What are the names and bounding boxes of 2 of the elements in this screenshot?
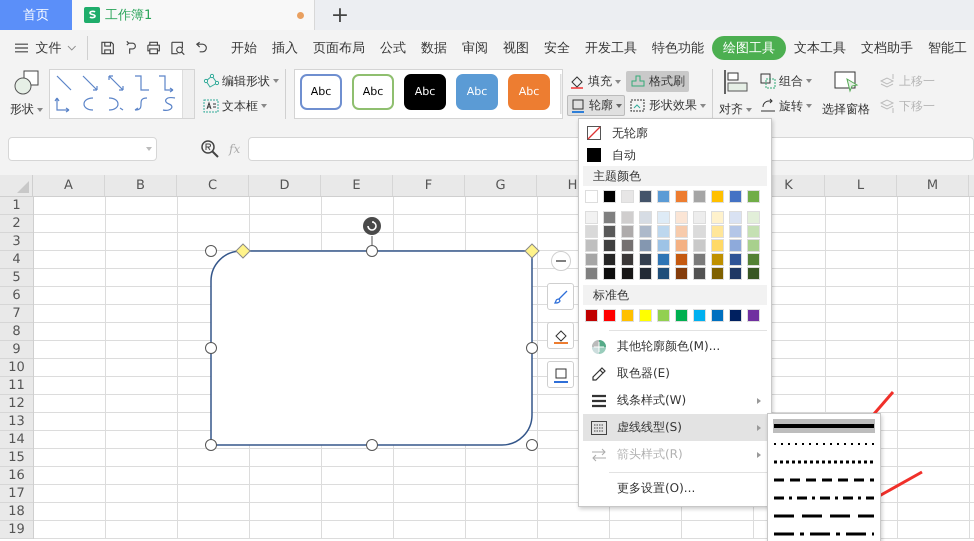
section-header: 标准色: [583, 285, 767, 305]
section-header: 主题颜色: [583, 166, 767, 186]
